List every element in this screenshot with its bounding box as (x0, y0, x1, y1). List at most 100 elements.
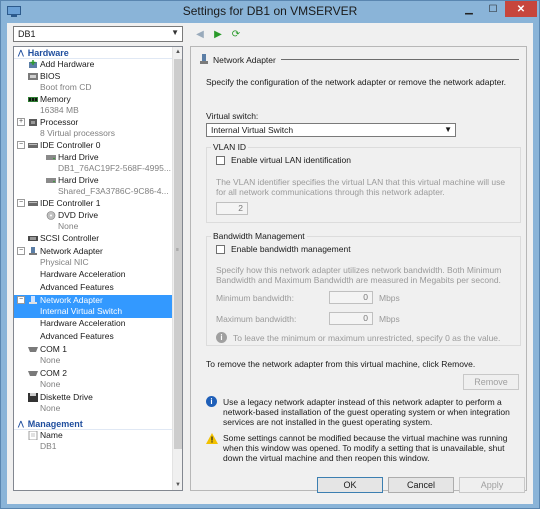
tree-item-network-adapter-1[interactable]: − Network Adapter Physical NIC (14, 246, 172, 269)
tree-item-detail: 16384 MB (40, 105, 79, 115)
network-adapter-panel: Network Adapter Specify the configuratio… (190, 46, 527, 491)
max-bandwidth-label: Maximum bandwidth: (216, 314, 297, 324)
tree-item-processor[interactable]: + Processor 8 Virtual processors (14, 117, 172, 140)
tree-item-ide-controller-1[interactable]: − IDE Controller 1 (14, 198, 172, 210)
tree-item-com2[interactable]: COM 2 None (14, 368, 172, 392)
tree-item-detail: DB1 (40, 441, 57, 451)
panel-title: Network Adapter (213, 54, 276, 65)
tree-item-label: Advanced Features (40, 282, 114, 292)
tree-item-label: Name (40, 430, 63, 440)
tree-item-detail: None (40, 403, 61, 413)
tree-item-label: Memory (40, 94, 71, 104)
processor-icon (29, 119, 37, 126)
tree-item-hardware-acceleration-1[interactable]: Hardware Acceleration (14, 269, 172, 282)
settings-window: Settings for DB1 on VMSERVER ▁ ☐ ✕ DB1 ▼… (0, 0, 540, 509)
chevron-down-icon: ▼ (444, 125, 452, 134)
tree-item-advanced-features-1[interactable]: Advanced Features (14, 282, 172, 295)
collapse-node-icon[interactable]: − (17, 199, 25, 207)
tree-item-hard-drive-2[interactable]: Hard Drive Shared_F3A3786C-9C86-4... (14, 175, 172, 198)
tree-item-hard-drive-1[interactable]: Hard Drive DB1_76AC19F2-568F-4995... (14, 152, 172, 175)
tree-item-dvd-drive[interactable]: DVD Drive None (14, 210, 172, 233)
max-bandwidth-unit: Mbps (379, 314, 400, 324)
tree-item-detail: Boot from CD (40, 82, 92, 92)
apply-button[interactable]: Apply (459, 477, 525, 493)
tree-item-label: Advanced Features (40, 331, 114, 341)
com-port-icon (28, 371, 38, 376)
tree-item-detail: DB1_76AC19F2-568F-4995... (58, 163, 171, 173)
vlan-id-input[interactable]: 2 (216, 202, 248, 215)
management-section-header[interactable]: ⋀ Management (14, 418, 172, 430)
network-adapter-icon (29, 296, 37, 304)
hardware-section-header[interactable]: ⋀ Hardware (14, 47, 172, 59)
tree-item-memory[interactable]: Memory 16384 MB (14, 94, 172, 117)
collapse-node-icon[interactable]: − (17, 296, 25, 304)
min-bandwidth-label: Minimum bandwidth: (216, 293, 294, 303)
grip-icon: ≡ (176, 247, 179, 253)
hard-drive-icon (46, 178, 56, 183)
close-icon[interactable]: ✕ (505, 1, 537, 17)
tree-item-add-hardware[interactable]: Add Hardware (14, 59, 172, 71)
info-icon: i (206, 396, 217, 407)
tree-item-diskette-drive[interactable]: Diskette Drive None (14, 392, 172, 416)
scrollbar-thumb[interactable]: ≡ (174, 59, 182, 449)
tree-item-label: Network Adapter (40, 246, 103, 256)
collapse-node-icon[interactable]: − (17, 247, 25, 255)
tree-item-label: BIOS (40, 71, 61, 81)
memory-icon (28, 97, 38, 102)
tree-item-advanced-features-2[interactable]: Advanced Features (14, 331, 172, 344)
scroll-up-icon[interactable]: ▲ (173, 47, 182, 57)
network-adapter-icon (200, 54, 208, 64)
network-adapter-icon (29, 247, 37, 255)
tree-item-hardware-acceleration-2[interactable]: Hardware Acceleration (14, 318, 172, 331)
chevron-down-icon: ▼ (171, 28, 179, 37)
dvd-drive-icon (46, 211, 56, 220)
remove-button[interactable]: Remove (463, 374, 519, 390)
bandwidth-checkbox[interactable] (216, 245, 225, 254)
forward-icon[interactable]: ▶ (211, 27, 225, 41)
maximize-icon[interactable]: ☐ (482, 1, 504, 17)
scsi-controller-icon (28, 236, 38, 241)
tree-item-ide-controller-0[interactable]: − IDE Controller 0 (14, 140, 172, 152)
tree-item-label: COM 1 (40, 344, 67, 354)
management-header-label: Management (27, 418, 83, 429)
tree-item-label: Diskette Drive (40, 392, 93, 402)
tree-item-com1[interactable]: COM 1 None (14, 344, 172, 368)
hardware-header-label: Hardware (27, 47, 69, 58)
tree-item-name[interactable]: Name DB1 (14, 430, 172, 453)
panel-description: Specify the configuration of the network… (206, 77, 507, 87)
vlan-help-text: The VLAN identifier specifies the virtua… (216, 177, 506, 197)
bandwidth-note: To leave the minimum or maximum unrestri… (233, 333, 501, 343)
ide-controller-icon (28, 201, 38, 206)
collapse-node-icon[interactable]: − (17, 141, 25, 149)
tree-scrollbar[interactable]: ▲ ≡ ▼ (172, 47, 182, 490)
running-vm-warning: Some settings cannot be modified because… (223, 433, 508, 463)
tree-item-bios[interactable]: BIOS Boot from CD (14, 71, 172, 94)
vlan-checkbox[interactable] (216, 156, 225, 165)
min-bandwidth-unit: Mbps (379, 293, 400, 303)
ide-controller-icon (28, 143, 38, 148)
collapse-icon: ⋀ (18, 420, 24, 428)
vm-selector-value: DB1 (18, 29, 36, 39)
tree-item-label: COM 2 (40, 368, 67, 378)
back-icon[interactable]: ◀ (193, 27, 207, 41)
max-bandwidth-input[interactable]: 0 (329, 312, 373, 325)
client-area: DB1 ▼ ◀ ▶ ⟳ ⋀ Hardware Add Hardware BIOS… (7, 23, 533, 504)
bandwidth-help-text: Specify how this network adapter utilize… (216, 265, 502, 285)
info-icon: i (216, 332, 227, 343)
vm-selector[interactable]: DB1 ▼ (13, 26, 183, 42)
refresh-icon[interactable]: ⟳ (229, 27, 243, 41)
tree-item-network-adapter-2[interactable]: − Network Adapter Internal Virtual Switc… (14, 295, 172, 318)
tree-item-detail: None (58, 221, 79, 231)
virtual-switch-select[interactable]: Internal Virtual Switch ▼ (206, 123, 456, 137)
tree-item-detail: Internal Virtual Switch (40, 306, 123, 316)
tree-content: ⋀ Hardware Add Hardware BIOS Boot from C… (14, 47, 172, 453)
ok-button[interactable]: OK (317, 477, 383, 493)
cancel-button[interactable]: Cancel (388, 477, 454, 493)
tree-item-label: SCSI Controller (40, 233, 100, 243)
expand-icon[interactable]: + (17, 118, 25, 126)
scroll-down-icon[interactable]: ▼ (173, 480, 182, 490)
min-bandwidth-input[interactable]: 0 (329, 291, 373, 304)
panel-header: Network Adapter (199, 54, 276, 65)
tree-item-scsi-controller[interactable]: SCSI Controller (14, 233, 172, 246)
minimize-icon[interactable]: ▁ (457, 1, 481, 17)
